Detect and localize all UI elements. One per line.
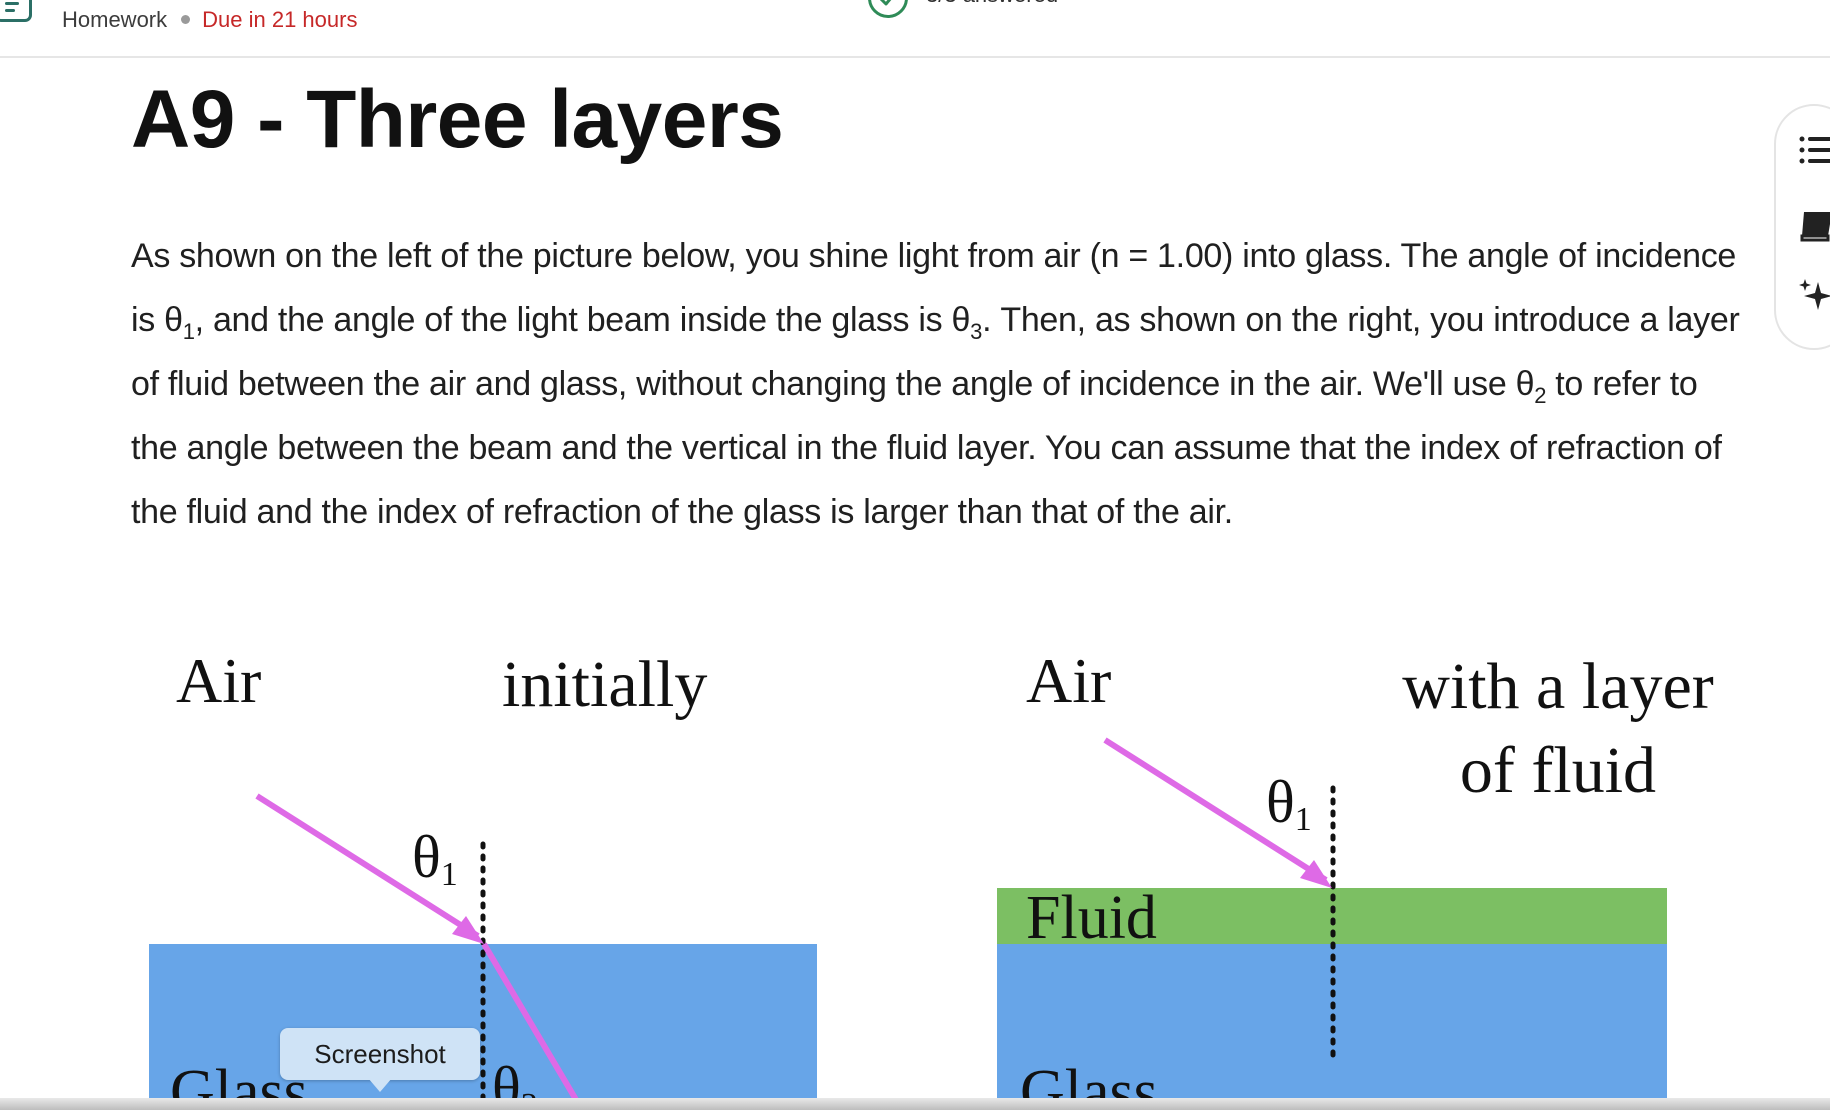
theta-symbol: θ <box>412 824 441 890</box>
refraction-diagram: Air initially θ1 Glass θ3 Air with a lay… <box>149 645 1714 1110</box>
due-status: Due in 21 hours <box>202 7 358 32</box>
left-caption: initially <box>502 648 707 721</box>
list-icon[interactable] <box>1796 130 1830 170</box>
top-bar: Homework Due in 21 hours 3/3 answered <box>0 0 1830 58</box>
assignment-doc-icon[interactable] <box>0 0 32 22</box>
question-text: As shown on the left of the picture belo… <box>131 224 1751 544</box>
theta-symbol: θ <box>1266 769 1295 835</box>
left-theta1-label: θ1 <box>412 824 458 893</box>
sparkle-icon[interactable] <box>1796 276 1830 316</box>
theta-subscript: 1 <box>441 856 458 893</box>
bottom-edge-shadow <box>0 1098 1830 1110</box>
right-tool-rail <box>1774 104 1830 350</box>
right-theta1-label: θ1 <box>1266 769 1312 838</box>
right-fluid-label: Fluid <box>1026 884 1157 952</box>
theta-subscript: 1 <box>1295 801 1312 838</box>
subscript: 3 <box>970 318 983 344</box>
check-circle-icon <box>868 0 908 18</box>
left-air-label: Air <box>176 645 261 716</box>
tooltip-tail <box>368 1078 392 1092</box>
subscript: 2 <box>1534 382 1547 408</box>
screenshot-tooltip[interactable]: Screenshot <box>280 1028 480 1080</box>
breadcrumb: Homework Due in 21 hours <box>62 6 357 34</box>
page-title: A9 - Three layers <box>131 74 784 165</box>
right-caption-line1: with a layer <box>1402 650 1714 723</box>
right-caption-line2: of fluid <box>1460 734 1656 807</box>
right-air-label: Air <box>1026 645 1111 716</box>
refraction-figure: Air initially θ1 Glass θ3 Air with a lay… <box>0 600 1830 1110</box>
subscript: 1 <box>182 318 195 344</box>
answered-count: 3/3 answered <box>926 0 1058 8</box>
question-text-part: , and the angle of the light beam inside… <box>194 301 971 339</box>
book-icon[interactable] <box>1796 206 1830 246</box>
separator-dot-icon <box>181 15 191 25</box>
breadcrumb-homework-link[interactable]: Homework <box>62 7 167 32</box>
